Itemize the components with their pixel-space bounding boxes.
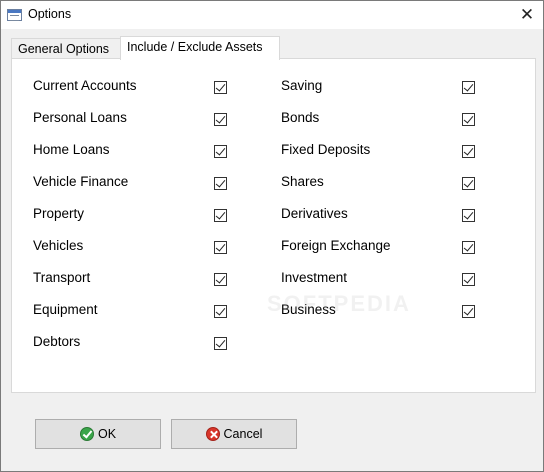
window-title: Options	[28, 7, 72, 21]
asset-label: Vehicles	[33, 238, 84, 253]
cancel-x-icon	[205, 427, 220, 441]
asset-row-current-accounts: Current Accounts	[33, 78, 233, 98]
ok-button-label: OK	[97, 427, 117, 441]
asset-label: Personal Loans	[33, 110, 127, 125]
asset-checkbox[interactable]	[462, 145, 475, 158]
asset-row-home-loans: Home Loans	[33, 142, 233, 162]
asset-row-vehicles: Vehicles	[33, 238, 233, 258]
cancel-button-label: Cancel	[223, 427, 263, 441]
ok-button[interactable]: OK	[35, 419, 161, 449]
asset-checkbox[interactable]	[462, 209, 475, 222]
asset-checkbox[interactable]	[462, 305, 475, 318]
asset-row-debtors: Debtors	[33, 334, 233, 354]
title-bar: Options ✕	[1, 1, 543, 29]
asset-row-shares: Shares	[281, 174, 481, 194]
asset-checkbox[interactable]	[462, 113, 475, 126]
options-window: Options ✕ General Options Include / Excl…	[0, 0, 544, 472]
asset-label: Derivatives	[281, 206, 348, 221]
asset-checkbox[interactable]	[214, 209, 227, 222]
asset-row-property: Property	[33, 206, 233, 226]
asset-label: Property	[33, 206, 85, 221]
asset-label: Saving	[281, 78, 323, 93]
asset-label: Debtors	[33, 334, 81, 349]
asset-checkbox[interactable]	[214, 305, 227, 318]
asset-label: Investment	[281, 270, 348, 285]
asset-checkbox[interactable]	[214, 177, 227, 190]
asset-row-fixed-deposits: Fixed Deposits	[281, 142, 481, 162]
assets-panel: Current Accounts Personal Loans Home Loa…	[11, 58, 536, 393]
asset-label: Current Accounts	[33, 78, 137, 93]
asset-label: Fixed Deposits	[281, 142, 371, 157]
window-app-icon	[7, 9, 22, 21]
asset-checkbox[interactable]	[214, 145, 227, 158]
asset-checkbox[interactable]	[462, 177, 475, 190]
cancel-button[interactable]: Cancel	[171, 419, 297, 449]
asset-checkbox[interactable]	[462, 241, 475, 254]
asset-label: Bonds	[281, 110, 320, 125]
asset-row-equipment: Equipment	[33, 302, 233, 322]
asset-label: Business	[281, 302, 336, 317]
asset-label: Home Loans	[33, 142, 110, 157]
tab-general-options[interactable]: General Options	[11, 38, 121, 59]
asset-label: Vehicle Finance	[33, 174, 129, 189]
asset-checkbox[interactable]	[214, 81, 227, 94]
asset-checkbox[interactable]	[214, 113, 227, 126]
asset-checkbox[interactable]	[462, 273, 475, 286]
asset-row-saving: Saving	[281, 78, 481, 98]
asset-checkbox[interactable]	[214, 241, 227, 254]
tab-include-exclude-assets[interactable]: Include / Exclude Assets	[120, 36, 280, 60]
asset-row-foreign-exchange: Foreign Exchange	[281, 238, 481, 258]
asset-row-personal-loans: Personal Loans	[33, 110, 233, 130]
asset-checkbox[interactable]	[214, 337, 227, 350]
asset-row-business: Business	[281, 302, 481, 322]
asset-row-transport: Transport	[33, 270, 233, 290]
close-button[interactable]: ✕	[511, 1, 543, 29]
asset-label: Transport	[33, 270, 91, 285]
asset-row-vehicle-finance: Vehicle Finance	[33, 174, 233, 194]
asset-row-bonds: Bonds	[281, 110, 481, 130]
asset-checkbox[interactable]	[214, 273, 227, 286]
asset-label: Shares	[281, 174, 324, 189]
asset-label: Foreign Exchange	[281, 238, 391, 253]
asset-row-derivatives: Derivatives	[281, 206, 481, 226]
asset-checkbox[interactable]	[462, 81, 475, 94]
asset-row-investment: Investment	[281, 270, 481, 290]
asset-label: Equipment	[33, 302, 98, 317]
ok-check-icon	[79, 427, 94, 441]
